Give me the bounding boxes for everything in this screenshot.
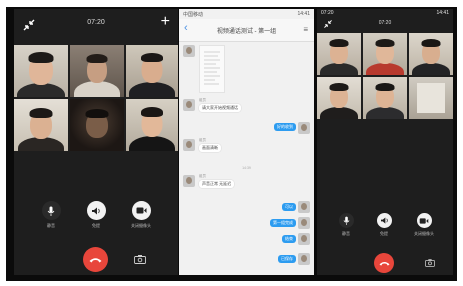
- call-top-bar: 07:20: [317, 15, 453, 33]
- avatar[interactable]: [298, 217, 310, 229]
- status-time: 14:41: [297, 11, 310, 17]
- video-grid: [14, 45, 178, 151]
- video-tile[interactable]: [363, 77, 407, 119]
- chat-header: ‹ 视频通话测试 - 第一组 ≡: [179, 19, 314, 42]
- sender-name: 组员: [199, 138, 206, 142]
- phone-hangup-icon: [89, 257, 102, 262]
- call-top-bar: 07:20 +: [14, 9, 178, 45]
- call-screen-right: 07:20 14:41 07:20 静音 免提 关闭摄像头: [317, 9, 453, 275]
- avatar[interactable]: [298, 122, 310, 134]
- camera-off-button[interactable]: 关闭摄像头: [409, 213, 439, 237]
- mute-button[interactable]: 静音: [333, 213, 359, 237]
- avatar[interactable]: [298, 253, 310, 265]
- switch-camera-icon[interactable]: [425, 259, 435, 267]
- message-timestamp: 14:39: [242, 166, 251, 170]
- avatar[interactable]: [183, 99, 195, 111]
- camera-off-button[interactable]: 关闭摄像头: [124, 201, 158, 229]
- video-tile[interactable]: [126, 45, 178, 97]
- image-message[interactable]: [199, 45, 225, 93]
- incoming-message[interactable]: 声音正常 无延迟: [199, 180, 235, 188]
- camera-icon: [419, 217, 429, 224]
- call-timer: 07:20: [87, 19, 105, 26]
- incoming-message[interactable]: 画面清晰: [199, 144, 221, 152]
- video-tile[interactable]: [317, 33, 361, 75]
- avatar[interactable]: [183, 175, 195, 187]
- camera-off-label: 关闭摄像头: [414, 231, 434, 236]
- camera-off-label: 关闭摄像头: [131, 223, 151, 228]
- video-tile[interactable]: [70, 45, 124, 97]
- video-tile[interactable]: [14, 99, 68, 151]
- speaker-button[interactable]: 免提: [371, 213, 397, 237]
- speaker-icon: [380, 217, 388, 224]
- video-tile[interactable]: [409, 33, 453, 75]
- incoming-message[interactable]: 请大家开始视频通话: [199, 104, 241, 112]
- mute-label: 静音: [47, 223, 55, 228]
- phone-hangup-icon: [379, 261, 389, 266]
- call-timer: 07:20: [378, 20, 392, 26]
- avatar[interactable]: [183, 45, 195, 57]
- outgoing-message[interactable]: 结束: [282, 235, 296, 243]
- camera-icon: [136, 207, 146, 214]
- video-grid: [317, 33, 453, 119]
- outgoing-message[interactable]: 好的收到: [274, 123, 296, 131]
- speaker-label: 免提: [92, 223, 100, 228]
- mic-icon: [343, 216, 349, 225]
- chat-title: 视频通话测试 - 第一组: [216, 29, 277, 35]
- chat-status-bar: 中国移动 14:41: [179, 9, 314, 19]
- hang-up-button[interactable]: [374, 253, 394, 273]
- sender-name: 组员: [199, 174, 206, 178]
- outgoing-message[interactable]: 已保存: [278, 255, 296, 263]
- avatar[interactable]: [298, 201, 310, 213]
- avatar[interactable]: [298, 233, 310, 245]
- video-tile[interactable]: [409, 77, 453, 119]
- more-icon[interactable]: ≡: [303, 25, 308, 34]
- carrier-text: 中国移动: [183, 12, 204, 18]
- speaker-icon: [92, 207, 100, 214]
- video-tile[interactable]: [14, 45, 68, 97]
- video-tile[interactable]: [126, 99, 178, 151]
- speaker-button[interactable]: 免提: [81, 201, 111, 229]
- video-tile[interactable]: [70, 99, 124, 151]
- hang-up-button[interactable]: [83, 247, 108, 272]
- outgoing-message[interactable]: 可以: [282, 203, 296, 211]
- group-chat-screen: 中国移动 14:41 ‹ 视频通话测试 - 第一组 ≡ 组员 请大家开始视频通话…: [179, 9, 314, 275]
- call-screen-left: 07:20 + 静音 免提 关闭摄像头: [14, 9, 178, 275]
- video-tile[interactable]: [317, 77, 361, 119]
- speaker-label: 免提: [380, 231, 388, 236]
- document-image: [204, 51, 220, 85]
- mute-button[interactable]: 静音: [36, 201, 66, 229]
- back-icon[interactable]: ‹: [184, 23, 188, 34]
- add-participant-icon[interactable]: +: [161, 14, 170, 30]
- mute-label: 静音: [342, 231, 350, 236]
- sender-name: 组员: [199, 98, 206, 102]
- video-tile[interactable]: [363, 33, 407, 75]
- outgoing-message[interactable]: 第一组完成: [270, 219, 296, 227]
- mic-icon: [47, 206, 55, 216]
- switch-camera-icon[interactable]: [134, 255, 146, 264]
- avatar[interactable]: [183, 139, 195, 151]
